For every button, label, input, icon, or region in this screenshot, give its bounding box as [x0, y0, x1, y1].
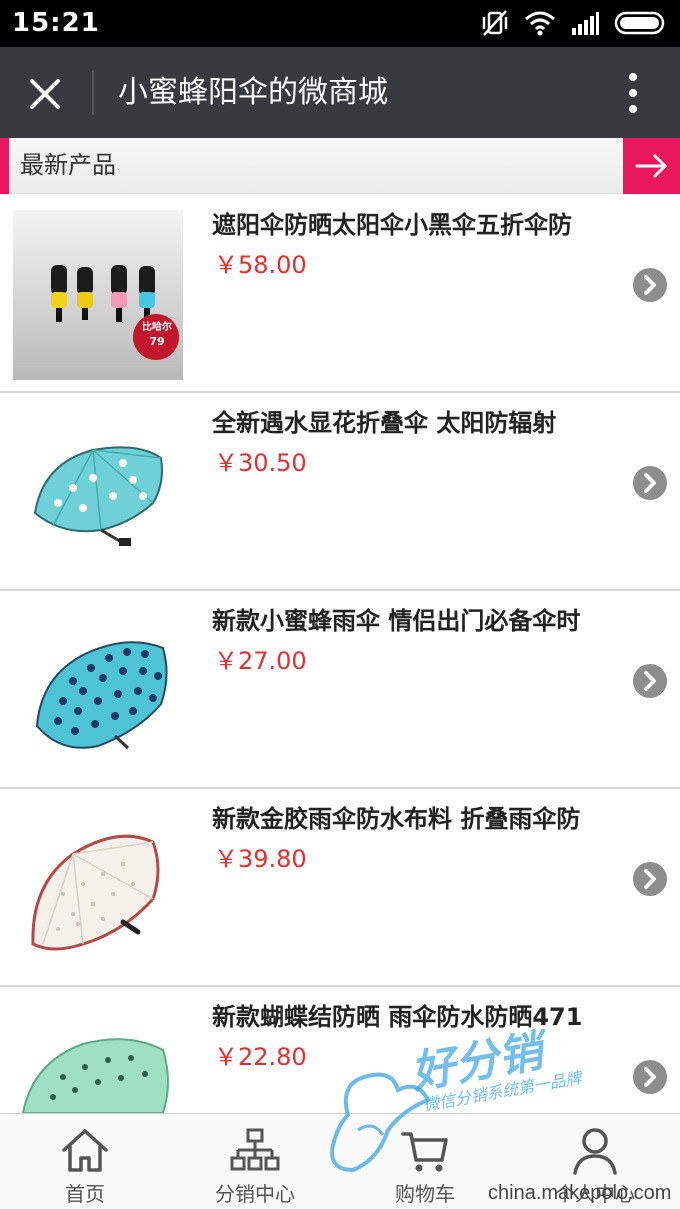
- chevron-right-icon[interactable]: [632, 663, 668, 699]
- status-time: 15:21: [12, 8, 100, 38]
- product-name[interactable]: 新款小蜜蜂雨伞 情侣出门必备伞时: [212, 605, 622, 637]
- product-name[interactable]: 遮阳伞防晒太阳伞小黑伞五折伞防: [212, 209, 622, 241]
- status-icons: [480, 8, 668, 38]
- product-price: ￥39.80: [214, 845, 307, 873]
- product-price: ￥30.50: [214, 449, 307, 477]
- page-title: 小蜜蜂阳伞的微商城: [118, 75, 388, 110]
- product-price: ￥58.00: [214, 251, 307, 279]
- product-item[interactable]: 全新遇水显花折叠伞 太阳防辐射 ￥30.50: [0, 393, 680, 591]
- signal-icon: [572, 12, 599, 35]
- title-bar: 小蜜蜂阳伞的微商城: [0, 47, 680, 138]
- user-icon: [573, 1128, 617, 1175]
- arrow-right-icon: [635, 154, 667, 178]
- wifi-icon: [525, 11, 555, 36]
- section-more-button[interactable]: [623, 138, 680, 194]
- product-price: ￥22.80: [214, 1043, 307, 1071]
- product-name[interactable]: 全新遇水显花折叠伞 太阳防辐射: [212, 407, 622, 439]
- product-image-umbrellas[interactable]: 比哈尔 79: [13, 210, 183, 380]
- product-item[interactable]: 新款金胶雨伞防水布料 折叠雨伞防 ￥39.80: [0, 789, 680, 987]
- chevron-right-icon[interactable]: [632, 267, 668, 303]
- product-image-umbrella[interactable]: [13, 1002, 183, 1113]
- nav-item-cart[interactable]: 购物车: [340, 1114, 510, 1209]
- watermark-url: china.makepolo.com: [488, 1182, 672, 1204]
- vibrate-off-icon: [482, 10, 508, 36]
- close-icon[interactable]: [20, 69, 70, 119]
- nav-label: 首页: [65, 1182, 105, 1206]
- cart-icon: [401, 1132, 448, 1172]
- nav-label: 分销中心: [215, 1182, 295, 1206]
- product-image-umbrella[interactable]: [13, 606, 183, 776]
- product-image-umbrella[interactable]: [13, 804, 183, 974]
- title-divider: [92, 71, 94, 115]
- product-badge-price: 79: [149, 335, 165, 348]
- product-item[interactable]: 新款小蜜蜂雨伞 情侣出门必备伞时 ￥27.00: [0, 591, 680, 789]
- nav-item-home[interactable]: 首页: [0, 1114, 170, 1209]
- chevron-right-icon[interactable]: [632, 465, 668, 501]
- section-accent: [0, 138, 9, 194]
- status-bar: 15:21: [0, 0, 680, 47]
- more-vertical-icon[interactable]: [618, 71, 648, 117]
- product-badge-text: 比哈尔: [142, 322, 172, 333]
- nav-item-distribution[interactable]: 分销中心: [170, 1114, 340, 1209]
- nav-label: 购物车: [395, 1182, 455, 1206]
- section-header: 最新产品: [0, 138, 680, 194]
- chevron-right-icon[interactable]: [632, 1059, 668, 1095]
- hierarchy-icon: [230, 1128, 280, 1171]
- battery-icon: [614, 11, 665, 35]
- product-image-umbrella[interactable]: [13, 408, 183, 578]
- product-item[interactable]: 新款蝴蝶结防晒 雨伞防水防晒471 ￥22.80: [0, 987, 680, 1113]
- product-name[interactable]: 新款蝴蝶结防晒 雨伞防水防晒471: [212, 1001, 622, 1033]
- chevron-right-icon[interactable]: [632, 861, 668, 897]
- section-title: 最新产品: [20, 151, 116, 179]
- product-name[interactable]: 新款金胶雨伞防水布料 折叠雨伞防: [212, 803, 622, 835]
- product-price: ￥27.00: [214, 647, 307, 675]
- product-item[interactable]: 比哈尔 79 遮阳伞防晒太阳伞小黑伞五折伞防 ￥58.00: [0, 195, 680, 393]
- home-icon: [62, 1129, 108, 1172]
